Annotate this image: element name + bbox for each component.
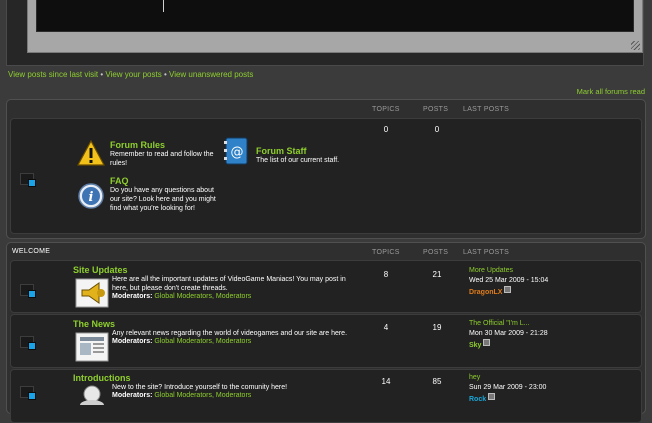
view-latest-post-icon[interactable] <box>504 286 512 293</box>
newspaper-icon <box>75 332 109 362</box>
introductions-description: New to the site? Introduce yourself to t… <box>112 384 288 391</box>
svg-text:@: @ <box>231 145 244 160</box>
forum-staff-description: The list of our current staff. <box>256 157 340 164</box>
topics-column-header: TOPICS <box>372 106 400 113</box>
forum-folder-icon <box>20 336 36 350</box>
link-separator: • <box>163 70 167 79</box>
mark-all-forums-read-link[interactable]: Mark all forums read <box>577 87 645 96</box>
last-posts-column-header: LAST POSTS <box>463 249 510 256</box>
link-separator: • <box>100 70 104 79</box>
last-post-date: Sun 29 Mar 2009 - 23:00 <box>469 384 547 391</box>
text-caret <box>163 0 164 12</box>
message-textarea[interactable] <box>36 0 634 32</box>
the-news-link[interactable]: The News <box>73 319 115 329</box>
forum-folder-icon <box>20 173 36 187</box>
last-post-date: Wed 25 Mar 2009 - 15:04 <box>469 277 549 284</box>
moderators-label: Moderators: <box>112 338 153 345</box>
moderators-link[interactable]: Global Moderators, Moderators <box>154 338 251 345</box>
site-updates-posts: 21 <box>432 270 442 279</box>
posts-column-header: POSTS <box>423 249 449 256</box>
moderators-label: Moderators: <box>112 293 153 300</box>
info-icon: i <box>77 182 105 210</box>
the-news-description: Any relevant news regarding the world of… <box>112 330 348 337</box>
the-news-posts: 19 <box>432 323 442 332</box>
person-icon <box>77 385 107 410</box>
address-book-icon: @ <box>223 137 249 165</box>
info-forums-body: Forum Rules Remember to read and follow … <box>10 118 642 234</box>
last-post-title-link[interactable]: hey <box>469 373 546 383</box>
welcome-category-title[interactable]: WELCOME <box>12 248 50 255</box>
view-posts-since-last-visit-link[interactable]: View posts since last visit <box>8 70 98 79</box>
last-post-title-link[interactable]: More Updates <box>469 266 548 276</box>
forum-folder-icon <box>20 284 36 298</box>
moderators-link[interactable]: Global Moderators, Moderators <box>154 392 251 399</box>
view-unanswered-posts-link[interactable]: View unanswered posts <box>169 70 253 79</box>
megaphone-icon <box>75 278 109 308</box>
introductions-link[interactable]: Introductions <box>73 373 131 383</box>
introductions-topics: 14 <box>381 377 391 386</box>
last-posts-column-header: LAST POSTS <box>463 106 510 113</box>
the-news-last-post: The Official "I'm L... Mon 30 Mar 2009 -… <box>469 319 548 351</box>
svg-text:i: i <box>89 190 94 205</box>
welcome-category-panel: WELCOME TOPICS POSTS LAST POSTS Site Upd… <box>6 242 646 423</box>
panel-header: WELCOME TOPICS POSTS LAST POSTS <box>7 243 645 261</box>
resize-grip-icon[interactable] <box>631 41 640 50</box>
info-posts-count: 0 <box>434 125 440 134</box>
last-post-date: Mon 30 Mar 2009 - 21:28 <box>469 330 548 337</box>
site-updates-link[interactable]: Site Updates <box>73 265 128 275</box>
the-news-topics: 4 <box>383 323 389 332</box>
view-latest-post-icon[interactable] <box>483 339 491 346</box>
topics-column-header: TOPICS <box>372 249 400 256</box>
moderators-label: Moderators: <box>112 392 153 399</box>
info-forums-panel: TOPICS POSTS LAST POSTS Forum Rules Reme… <box>6 99 646 239</box>
forum-rules-link[interactable]: Forum Rules <box>110 140 218 150</box>
introductions-posts: 85 <box>432 377 442 386</box>
faq-description: Do you have any questions about our site… <box>110 187 216 212</box>
forum-folder-icon <box>20 386 36 400</box>
forum-staff-link[interactable]: Forum Staff <box>256 146 366 156</box>
editor-border <box>27 0 643 53</box>
moderators-link[interactable]: Global Moderators, Moderators <box>154 293 251 300</box>
forum-row-introductions: Introductions New to the site? Introduce… <box>10 369 642 423</box>
site-updates-topics: 8 <box>383 270 389 279</box>
posts-column-header: POSTS <box>423 106 449 113</box>
warning-icon <box>76 139 106 167</box>
forum-rules-description: Remember to read and follow the rules! <box>110 151 214 167</box>
last-post-title-link[interactable]: The Official "I'm L... <box>469 319 548 329</box>
introductions-last-post: hey Sun 29 Mar 2009 - 23:00 Rock <box>469 373 546 405</box>
faq-link[interactable]: FAQ <box>110 176 222 186</box>
quick-links: View posts since last visit • View your … <box>8 70 253 79</box>
site-updates-last-post: More Updates Wed 25 Mar 2009 - 15:04 Dra… <box>469 266 548 298</box>
view-latest-post-icon[interactable] <box>488 393 496 400</box>
last-post-author-link[interactable]: DragonLX <box>469 289 502 296</box>
panel-header: TOPICS POSTS LAST POSTS <box>7 100 645 118</box>
forum-row-site-updates: Site Updates Here are all the important … <box>10 260 642 313</box>
site-updates-description: Here are all the important updates of Vi… <box>112 276 346 292</box>
info-topics-count: 0 <box>383 125 389 134</box>
reply-editor-frame <box>6 0 644 66</box>
forum-row-the-news: The News Any relevant news regarding the… <box>10 314 642 368</box>
last-post-author-link[interactable]: Sky <box>469 342 481 349</box>
view-your-posts-link[interactable]: View your posts <box>105 70 161 79</box>
